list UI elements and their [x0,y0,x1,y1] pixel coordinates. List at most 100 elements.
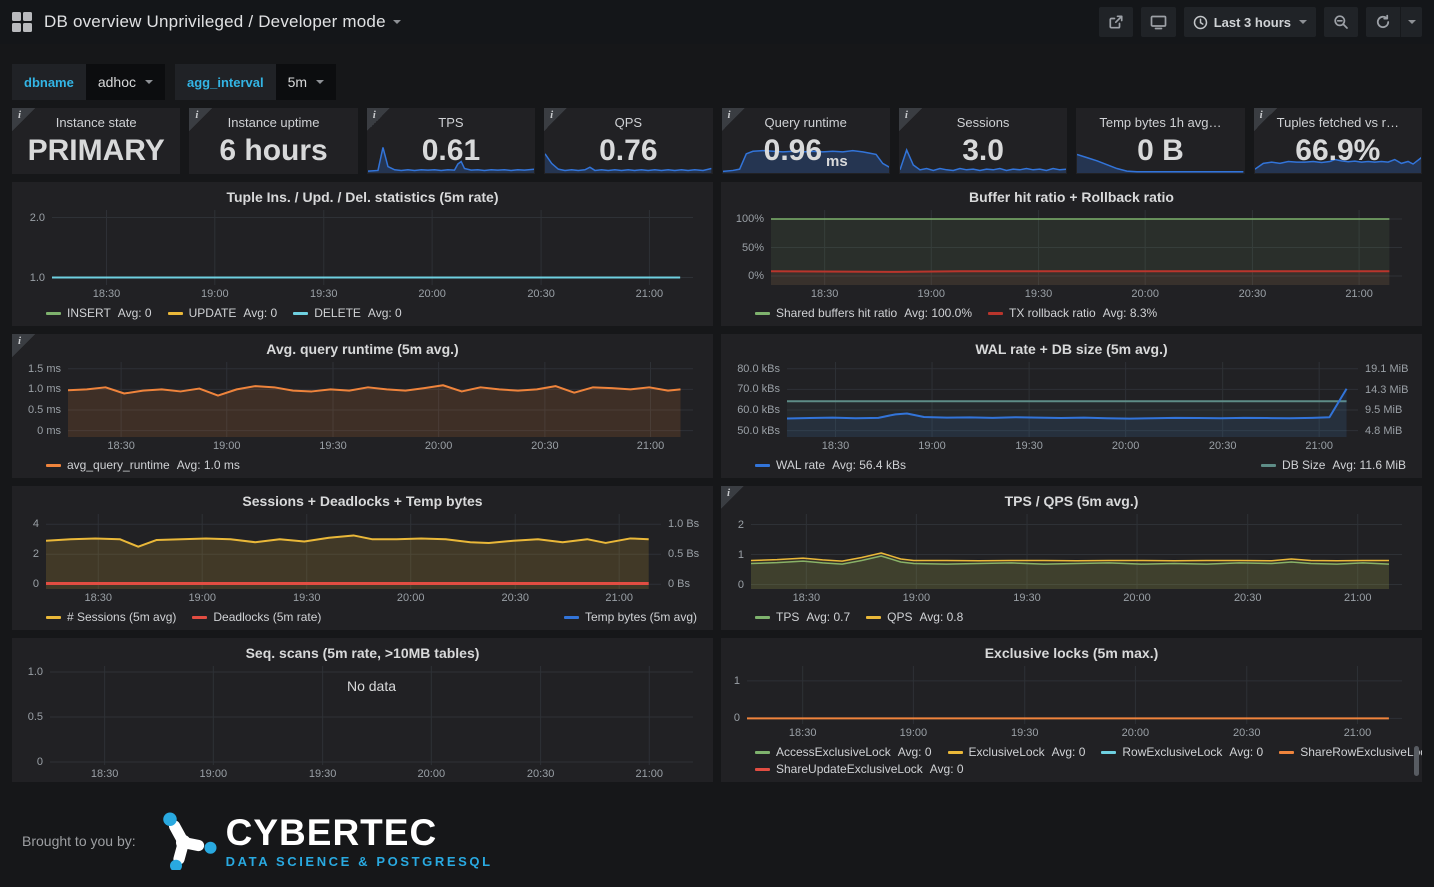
chart-title[interactable]: Exclusive locks (5m max.) [729,638,1414,666]
info-icon[interactable]: i [722,108,745,131]
x-axis-label: 18:30 [822,440,850,452]
legend-series-color [293,312,308,315]
legend-item[interactable]: TX rollback ratio Avg: 8.3% [988,305,1157,322]
x-axis-label: 21:00 [605,592,633,604]
chart-title[interactable]: Seq. scans (5m rate, >10MB tables) [20,638,705,666]
info-icon[interactable]: i [1254,108,1277,131]
legend-series-avg: Avg: 0 [1052,744,1086,761]
x-axis-label: 19:00 [200,768,228,780]
chart-title[interactable]: Sessions + Deadlocks + Temp bytes [20,486,705,514]
x-axis-label: 20:00 [1123,592,1151,604]
legend-item[interactable]: UPDATEAvg: 0 [168,305,278,322]
chart-title[interactable]: WAL rate + DB size (5m avg.) [729,334,1414,362]
legend-series-avg: Avg: 1.0 ms [177,457,240,474]
chart-title[interactable]: Tuple Ins. / Upd. / Del. statistics (5m … [20,182,705,210]
stat-instance-uptime: i Instance uptime 6 hours [189,108,357,174]
info-icon[interactable]: i [544,108,567,131]
info-icon[interactable]: i [12,334,35,357]
plot-area[interactable] [52,210,693,285]
time-range-label: Last 3 hours [1214,15,1291,30]
info-icon[interactable]: i [721,486,744,509]
x-axis-label: 20:30 [1234,592,1262,604]
legend-item[interactable]: DELETEAvg: 0 [293,305,402,322]
chart-legend: Shared buffers hit ratioAvg: 100.0% TX ro… [729,302,1414,326]
refresh-interval-dropdown[interactable] [1400,7,1422,37]
legend-series-color [1261,464,1276,467]
legend-scrollbar[interactable] [1414,746,1419,776]
x-axis-label: 19:00 [201,288,229,300]
legend-item[interactable]: ShareUpdateExclusiveLockAvg: 0 [755,761,964,778]
info-icon[interactable]: i [899,108,922,131]
legend-series-label: TPS [776,609,799,626]
legend-series-color [46,464,61,467]
legend-series-label: TX rollback ratio [1009,305,1096,322]
y-axis-right-label: 0.5 Bs [668,548,699,560]
tv-mode-button[interactable] [1141,7,1176,37]
legend-item[interactable]: QPSAvg: 0.8 [866,609,963,626]
x-axis-label: 20:00 [418,288,446,300]
chart-legend: INSERTAvg: 0 UPDATEAvg: 0 DELETEAvg: 0 [20,302,705,326]
legend-item[interactable]: TPS Avg: 0.7 [755,609,850,626]
dashboard-grid-icon[interactable] [12,12,32,32]
legend-series-avg: Avg: 0.7 [806,609,850,626]
x-axis-label: 19:30 [293,592,321,604]
filter-agg-interval-dropdown[interactable]: 5m [276,64,336,100]
legend-item[interactable]: RowExclusiveLockAvg: 0 [1101,744,1263,761]
panel-exclusive-locks: Exclusive locks (5m max.) 0118:3019:0019… [721,638,1422,782]
x-axis-label: 19:00 [900,727,928,739]
legend-item[interactable]: DB SizeAvg: 11.6 MiB [1261,457,1406,474]
filter-dbname-dropdown[interactable]: adhoc [86,64,165,100]
stat-title: Instance state [12,108,180,130]
chart-legend: TPS Avg: 0.7 QPSAvg: 0.8 [729,606,1414,630]
y-axis-right-label: 19.1 MiB [1365,363,1408,375]
chart-title[interactable]: TPS / QPS (5m avg.) [729,486,1414,514]
plot-area[interactable] [771,210,1402,285]
x-axis-label: 21:00 [1305,440,1333,452]
x-axis-label: 18:30 [811,288,839,300]
legend-item[interactable]: Temp bytes (5m avg) [564,609,697,626]
x-axis-label: 21:00 [1344,592,1372,604]
legend-item[interactable]: WAL rateAvg: 56.4 kBs [755,457,906,474]
x-axis-label: 18:30 [793,592,821,604]
y-axis-label: 0 [738,579,744,591]
info-icon[interactable]: i [367,108,390,131]
refresh-icon [1375,14,1391,30]
chart-title[interactable]: Avg. query runtime (5m avg.) [20,334,705,362]
time-range-picker[interactable]: Last 3 hours [1184,7,1316,37]
legend-item[interactable]: AccessExclusiveLockAvg: 0 [755,744,932,761]
cybertec-logo: CYBERTEC DATA SCIENCE & POSTGRESQL [152,812,493,870]
legend-item[interactable]: ShareRowExclusiveLockAvg: 0 [1279,744,1422,761]
zoom-out-button[interactable] [1324,7,1358,37]
plot-area[interactable] [787,362,1358,437]
legend-series-label: RowExclusiveLock [1122,744,1222,761]
x-axis-label: 19:00 [918,288,946,300]
chart-title[interactable]: Buffer hit ratio + Rollback ratio [729,182,1414,210]
title-caret-icon[interactable] [393,20,401,24]
legend-item[interactable]: Shared buffers hit ratioAvg: 100.0% [755,305,972,322]
legend-item[interactable]: ExclusiveLockAvg: 0 [948,744,1086,761]
legend-item[interactable]: Deadlocks (5m rate) [192,609,321,626]
plot-area[interactable]: No data [50,666,693,765]
legend-series-avg: Avg: 0 [898,744,932,761]
agg-interval-caret-icon [316,80,324,84]
plot-area[interactable] [46,514,661,589]
plot-area[interactable] [68,362,693,437]
legend-series-avg: Avg: 56.4 kBs [832,457,906,474]
legend-item[interactable]: # Sessions (5m avg) [46,609,176,626]
plot-area[interactable] [751,514,1402,589]
legend-item[interactable]: avg_query_runtimeAvg: 1.0 ms [46,457,240,474]
share-button[interactable] [1099,7,1133,37]
time-caret-icon [1299,20,1307,24]
legend-series-avg: Avg: 8.3% [1103,305,1157,322]
refresh-button[interactable] [1366,7,1400,37]
plot-area[interactable] [747,666,1402,724]
y-axis-label: 0 [33,578,39,590]
info-icon[interactable]: i [189,108,212,131]
filter-dbname-value: adhoc [98,74,136,90]
legend-item[interactable]: INSERTAvg: 0 [46,305,152,322]
stat-title: TPS [367,108,535,130]
dashboard-title[interactable]: DB overview Unprivileged / Developer mod… [44,12,386,32]
info-icon[interactable]: i [12,108,35,131]
y-axis-label: 1 [734,675,740,687]
legend-series-label: ShareUpdateExclusiveLock [776,761,923,778]
